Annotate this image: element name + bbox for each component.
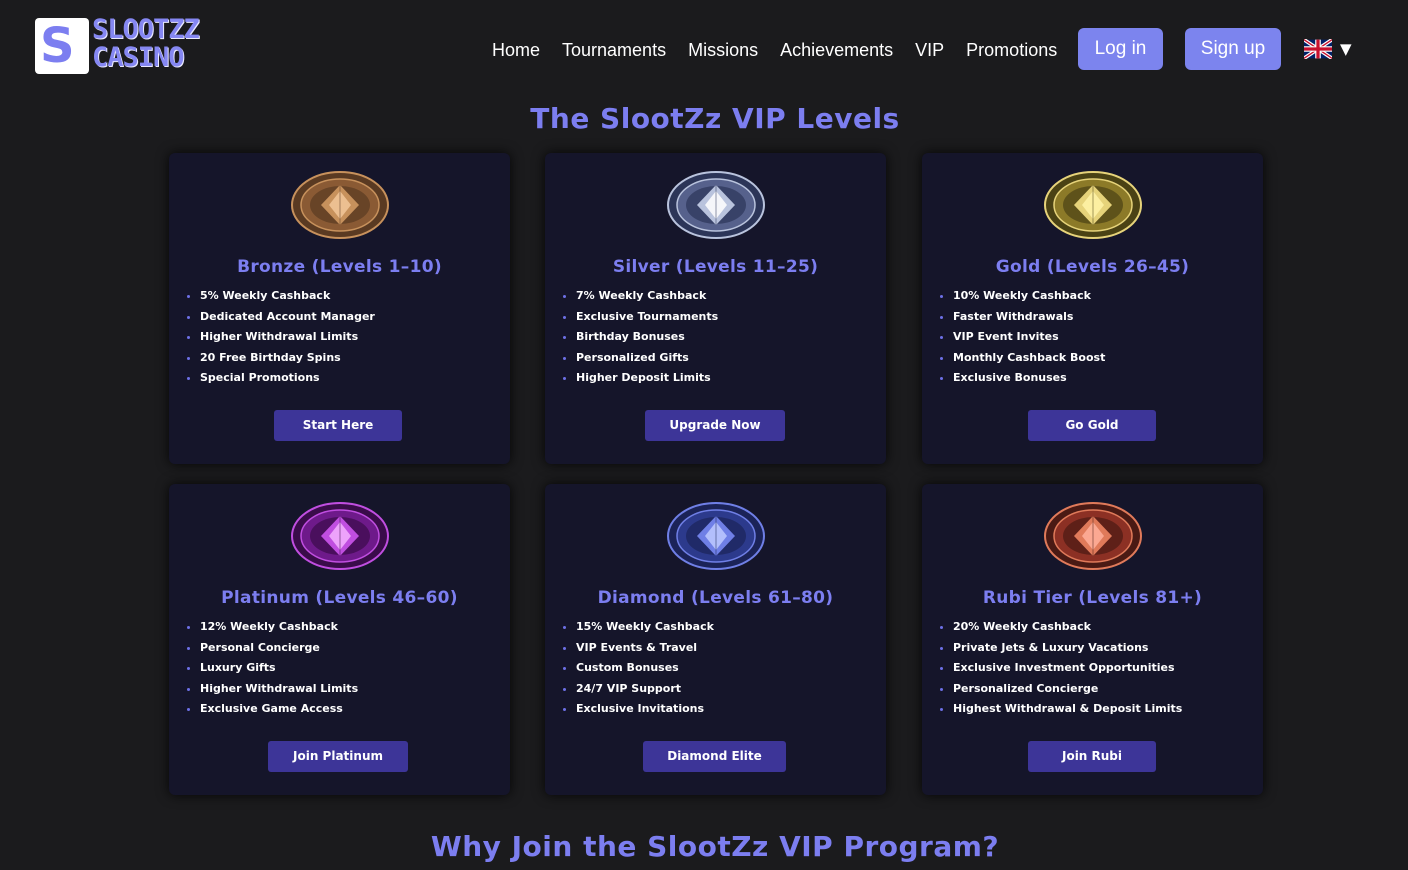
nav-home[interactable]: Home [492,38,540,64]
tier-perk-item: Personalized Concierge [940,679,1182,700]
tier-perk-item: VIP Event Invites [940,327,1105,348]
tier-perk-item: 15% Weekly Cashback [563,617,714,638]
tier-title: Bronze (Levels 1–10) [237,257,442,277]
nav-promotions[interactable]: Promotions [966,38,1057,64]
tier-perk-item: Exclusive Bonuses [940,368,1105,389]
tier-perk-item: Higher Withdrawal Limits [187,327,375,348]
nav-tournaments[interactable]: Tournaments [562,38,666,64]
silver-medal-icon [666,171,765,239]
tier-perk-item: Highest Withdrawal & Deposit Limits [940,699,1182,720]
tier-perks-list: 7% Weekly Cashback Exclusive Tournaments B… [563,286,718,389]
tier-perk-item: Exclusive Invitations [563,699,714,720]
nav-missions[interactable]: Missions [688,38,758,64]
nav-achievements[interactable]: Achievements [780,38,893,64]
nav-vip[interactable]: VIP [915,38,944,64]
logo-text: SLOOTZZ CASINO [92,14,200,73]
tier-perk-item: Higher Deposit Limits [563,368,718,389]
tier-perks-list: 15% Weekly Cashback VIP Events & Travel Cu… [563,617,714,720]
vip-tier-card: Platinum (Levels 46–60) 12% Weekly Cashba… [169,484,510,795]
tier-perk-item: Birthday Bonuses [563,327,718,348]
language-selector[interactable]: ▼ [1304,38,1360,60]
tier-cta-button[interactable]: Join Rubi [1028,741,1156,772]
ruby-medal-icon [1043,502,1142,570]
tier-perk-item: 20 Free Birthday Spins [187,348,375,369]
site-logo[interactable]: S SLOOTZZ CASINO [35,16,215,76]
why-join-title: Why Join the SlootZz VIP Program? [430,830,1000,863]
tier-perks-list: 20% Weekly Cashback Private Jets & Luxury… [940,617,1182,720]
login-button[interactable]: Log in [1078,28,1163,70]
tier-perk-item: Custom Bonuses [563,658,714,679]
uk-flag-icon [1304,39,1332,59]
tier-perk-item: Faster Withdrawals [940,307,1105,328]
vip-tier-card: Silver (Levels 11–25) 7% Weekly Cashback E… [545,153,886,464]
chevron-down-icon: ▼ [1340,40,1352,58]
tier-perks-list: 10% Weekly Cashback Faster Withdrawals VIP… [940,286,1105,389]
tier-perk-item: Dedicated Account Manager [187,307,375,328]
platinum-medal-icon [290,502,389,570]
tier-perk-item: Higher Withdrawal Limits [187,679,358,700]
tier-cta-button[interactable]: Start Here [274,410,402,441]
main-nav: Home Tournaments Missions Achievements V… [492,38,1079,64]
tier-perk-item: Special Promotions [187,368,375,389]
tier-perk-item: 5% Weekly Cashback [187,286,375,307]
signup-button[interactable]: Sign up [1185,28,1281,70]
tier-cta-button[interactable]: Upgrade Now [645,410,785,441]
tier-perk-item: 10% Weekly Cashback [940,286,1105,307]
tier-perks-list: 5% Weekly Cashback Dedicated Account Mana… [187,286,375,389]
tier-perk-item: Exclusive Game Access [187,699,358,720]
vip-tier-card: Diamond (Levels 61–80) 15% Weekly Cashbac… [545,484,886,795]
diamond-medal-icon [666,502,765,570]
tier-perk-item: VIP Events & Travel [563,638,714,659]
tier-perk-item: 20% Weekly Cashback [940,617,1182,638]
tier-perk-item: Personal Concierge [187,638,358,659]
tier-perk-item: Exclusive Tournaments [563,307,718,328]
tier-perk-item: 7% Weekly Cashback [563,286,718,307]
tier-perk-item: Personalized Gifts [563,348,718,369]
tier-title: Rubi Tier (Levels 81+) [982,588,1203,608]
tier-cta-button[interactable]: Go Gold [1028,410,1156,441]
tier-cta-button[interactable]: Join Platinum [268,741,408,772]
tier-perk-item: Private Jets & Luxury Vacations [940,638,1182,659]
logo-badge-letter: S [40,18,75,74]
logo-badge: S [35,18,89,74]
tier-perk-item: Exclusive Investment Opportunities [940,658,1182,679]
tier-perks-list: 12% Weekly Cashback Personal Concierge Lux… [187,617,358,720]
tier-title: Platinum (Levels 46–60) [221,588,458,608]
vip-levels-title: The SlootZz VIP Levels [530,102,900,135]
tier-cta-button[interactable]: Diamond Elite [643,741,786,772]
logo-line-1: SLOOTZZ [92,14,200,45]
tier-perk-item: 12% Weekly Cashback [187,617,358,638]
tier-perk-item: Luxury Gifts [187,658,358,679]
bronze-medal-icon [290,171,389,239]
tier-perk-item: Monthly Cashback Boost [940,348,1105,369]
logo-line-2: CASINO [92,42,185,73]
tier-perk-item: 24/7 VIP Support [563,679,714,700]
gold-medal-icon [1043,171,1142,239]
vip-tier-card: Rubi Tier (Levels 81+) 20% Weekly Cashbac… [922,484,1263,795]
vip-tier-card: Gold (Levels 26–45) 10% Weekly Cashback Fa… [922,153,1263,464]
tier-title: Diamond (Levels 61–80) [597,588,834,608]
tier-title: Gold (Levels 26–45) [995,257,1190,277]
vip-tier-card: Bronze (Levels 1–10) 5% Weekly Cashback De… [169,153,510,464]
tier-title: Silver (Levels 11–25) [612,257,819,277]
